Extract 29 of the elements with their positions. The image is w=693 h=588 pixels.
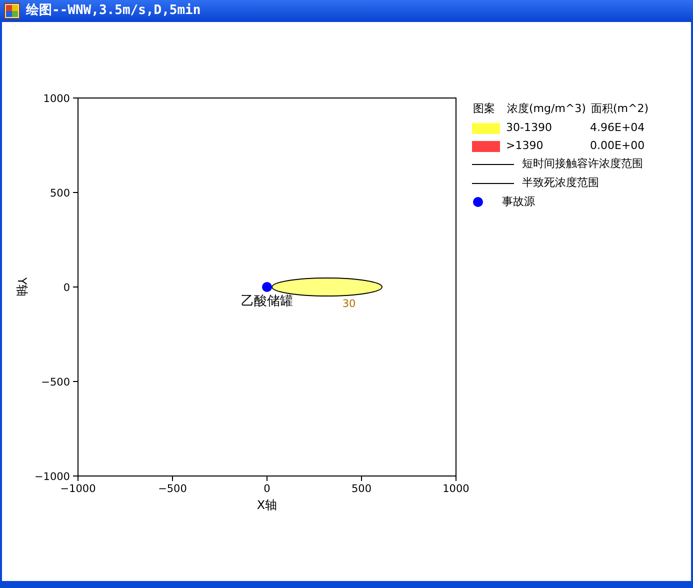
x-tick-label: 500 (351, 483, 372, 495)
x-tick-label: 1000 (442, 483, 470, 495)
y-tick-label: 1000 (43, 93, 70, 105)
x-tick-label: −500 (158, 483, 187, 495)
source-label: 乙酸储罐 (241, 294, 293, 309)
legend-header: 浓度(mg/m^3) (507, 101, 587, 118)
y-tick-label: −1000 (34, 471, 70, 483)
legend-label: 半致死浓度范围 (522, 175, 599, 192)
source-point (262, 282, 272, 292)
legend-area: 4.96E+04 (590, 120, 645, 136)
window-title: 绘图--WNW,3.5m/s,D,5min (26, 2, 201, 20)
legend-label: 事故源 (502, 194, 535, 210)
x-tick-label: −1000 (60, 483, 96, 495)
legend-header: 面积(m^2) (591, 101, 649, 118)
legend-label: 短时间接触容许浓度范围 (522, 156, 643, 172)
legend-area: 0.00E+00 (590, 138, 645, 154)
legend-line (472, 183, 514, 184)
y-axis-title: Y轴 (15, 277, 29, 297)
y-tick-label: 500 (50, 188, 70, 200)
y-tick-label: 0 (63, 282, 70, 294)
window-icon (4, 3, 20, 19)
y-tick-label: −500 (41, 376, 70, 388)
x-axis-title: X轴 (256, 498, 278, 512)
legend-header: 图案 (473, 101, 496, 118)
legend-range: 30-1390 (506, 120, 553, 136)
contour-label: 30 (342, 298, 356, 310)
x-tick-label: 0 (264, 483, 270, 495)
legend-range: >1390 (506, 138, 544, 154)
legend-line (472, 164, 514, 165)
